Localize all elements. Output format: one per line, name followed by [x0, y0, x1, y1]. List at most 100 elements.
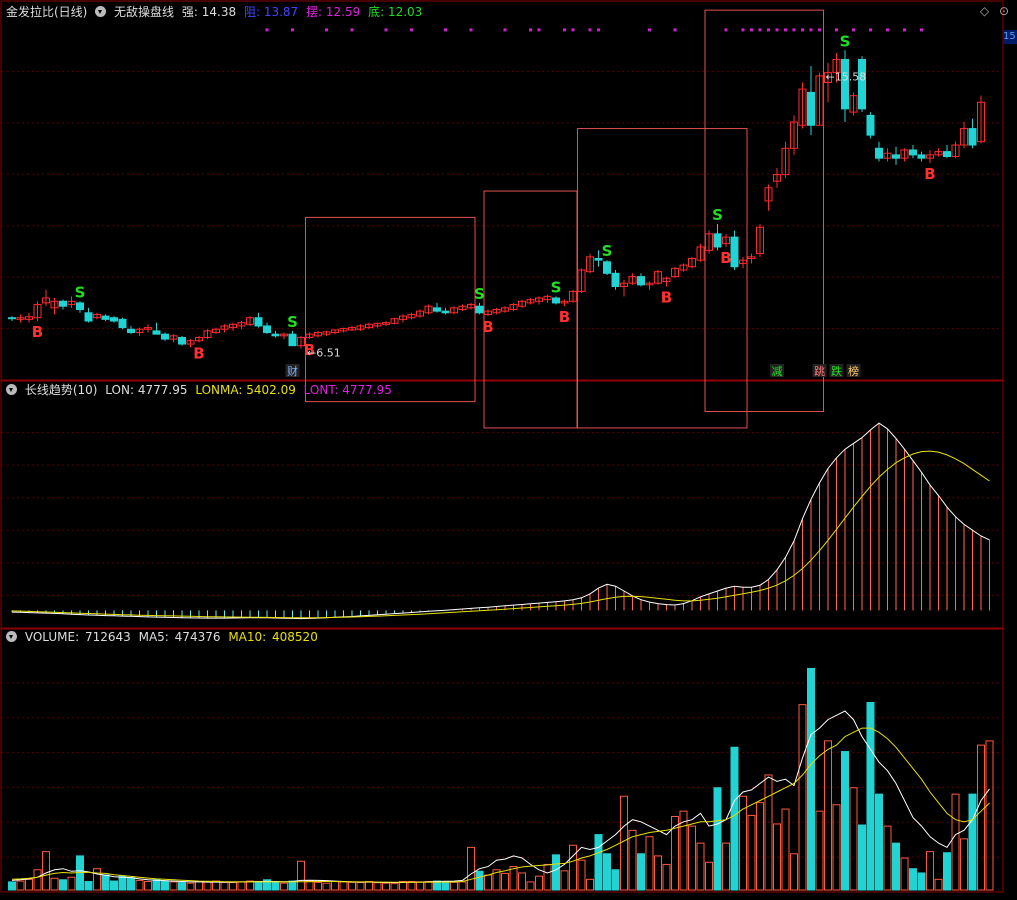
- volume-bar: [501, 872, 509, 891]
- volume-bar: [59, 879, 67, 891]
- volume-bar: [161, 880, 169, 891]
- signal-dot: [724, 28, 728, 32]
- volume-bar: [705, 861, 713, 891]
- buy-signal: B: [32, 323, 43, 341]
- signal-dot: [818, 28, 821, 32]
- volume-bar: [586, 878, 594, 891]
- candle-body: [433, 307, 441, 312]
- volume-bar: [314, 881, 322, 891]
- volume-bar: [93, 868, 101, 891]
- zone-box: [577, 128, 748, 429]
- signal-dot: [410, 28, 413, 32]
- volume-bar: [951, 793, 960, 891]
- candle-body: [118, 318, 127, 329]
- buy-signal: B: [559, 308, 570, 326]
- sell-signal: S: [602, 242, 613, 260]
- volume-bar: [101, 874, 110, 891]
- resist-value: 13.87: [263, 5, 299, 19]
- signal-dot: [588, 28, 592, 32]
- candle-body: [288, 333, 297, 347]
- volume-bar: [348, 881, 356, 891]
- strong-label: 强:: [181, 5, 198, 19]
- signal-dot: [597, 28, 600, 32]
- signal-dot: [809, 28, 813, 32]
- signal-dot: [886, 28, 889, 32]
- volume-bar: [832, 804, 841, 891]
- volume-bar: [365, 880, 373, 891]
- tag-label: 榜: [848, 364, 859, 378]
- volume-bar: [203, 881, 212, 891]
- volume-bar: [16, 880, 25, 891]
- volume-bar: [67, 876, 76, 891]
- diamond-icon[interactable]: ◇: [980, 4, 989, 18]
- candle-body: [263, 325, 271, 334]
- volume-bar: [254, 881, 263, 891]
- volume-bar: [373, 882, 382, 891]
- lon-label: LON:: [105, 383, 135, 397]
- resist-label: 阻:: [243, 5, 260, 19]
- indicator-menu-icon[interactable]: [95, 6, 107, 17]
- top-toolbar: ◇ ⊙: [974, 4, 1009, 18]
- candle-body: [603, 261, 611, 274]
- volume-bar: [25, 878, 33, 891]
- chart-stage: B S B S B S B S B S B S B S B ←15.58 ←6.51 财减跳跌榜 金发拉比(日线)…: [0, 0, 1017, 900]
- sell-signal: S: [75, 283, 86, 301]
- volume-bar: [127, 877, 135, 891]
- volume-menu-icon[interactable]: [6, 631, 17, 642]
- volume-bar: [382, 882, 390, 891]
- signal-dot: [265, 28, 269, 32]
- signal-dot: [801, 28, 804, 32]
- volume-label[interactable]: VOLUME:: [25, 630, 79, 644]
- signal-dot: [469, 28, 473, 32]
- candle-body: [152, 330, 161, 335]
- signal-dot: [767, 28, 770, 32]
- signal-dot: [903, 28, 906, 32]
- signal-dot: [852, 28, 855, 32]
- zone-box: [305, 216, 476, 403]
- sell-signal: S: [840, 32, 851, 50]
- candle-body: [611, 272, 620, 287]
- lonma-value: 5402.09: [246, 383, 296, 397]
- volume-bar: [781, 808, 790, 891]
- volume-bar: [50, 877, 59, 891]
- target-icon[interactable]: ⊙: [999, 4, 1009, 18]
- signal-dot: [869, 28, 872, 32]
- volume-bar: [535, 875, 543, 891]
- volume-bar: [220, 881, 229, 891]
- volume-bar: [280, 882, 288, 891]
- volume-bar: [858, 824, 866, 891]
- volume-bar: [892, 842, 900, 891]
- candle-body: [127, 328, 135, 334]
- signal-dot: [784, 28, 787, 32]
- stock-chart: BSBSBSBSBSBSBSB←15.58←6.51财减跳跌榜: [0, 0, 1004, 893]
- signal-dot: [325, 28, 328, 32]
- bottom-label: 底:: [368, 5, 385, 19]
- volume-bar: [152, 879, 161, 891]
- volume-bar: [467, 846, 475, 891]
- indicator-name[interactable]: 无敌操盘线: [114, 5, 174, 19]
- volume-bar: [977, 744, 985, 891]
- volume-bar: [722, 842, 730, 891]
- high-price-label: ←15.58: [826, 71, 867, 84]
- volume-bar: [543, 863, 552, 891]
- lon-value: 4777.95: [137, 383, 188, 397]
- volume-bar: [713, 787, 722, 891]
- candle-body: [875, 147, 883, 159]
- trend-name[interactable]: 长线趋势(10): [25, 383, 98, 397]
- sell-signal: S: [712, 206, 723, 224]
- volume-bar: [552, 854, 560, 891]
- volume-bar: [484, 874, 492, 891]
- trend-menu-icon[interactable]: [6, 384, 17, 395]
- tag-label: 减: [772, 365, 783, 378]
- candle-body: [968, 128, 977, 146]
- volume-bar: [569, 844, 577, 891]
- candle-body: [101, 315, 110, 320]
- volume-bar: [824, 740, 832, 891]
- volume-bar: [186, 882, 195, 891]
- signal-dot: [648, 28, 651, 32]
- candle-body: [841, 58, 849, 110]
- panel-frame: [0, 628, 1004, 893]
- volume-bar: [900, 857, 909, 891]
- price-tag: 15: [1003, 30, 1017, 44]
- volume-bar: [195, 880, 203, 891]
